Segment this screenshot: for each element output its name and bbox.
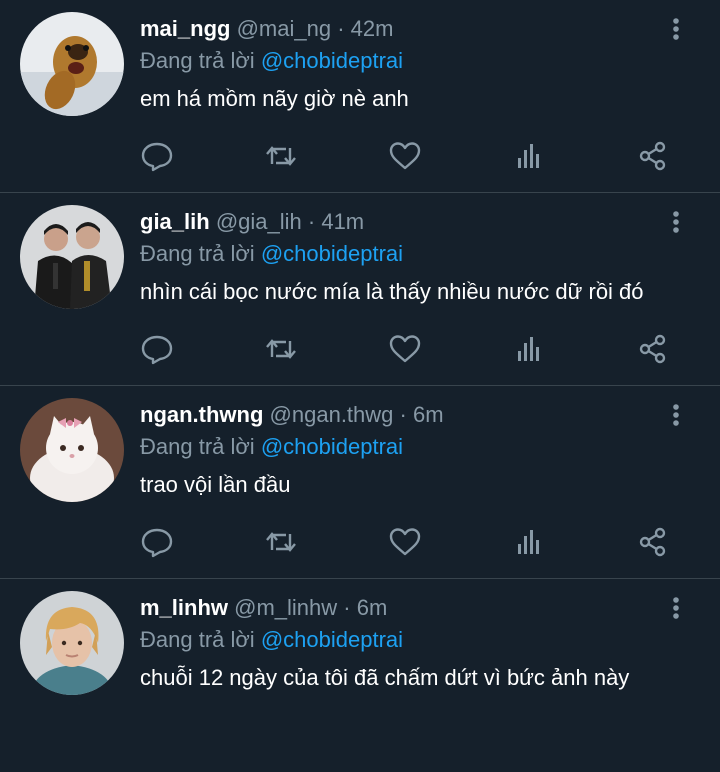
more-options-icon[interactable]	[664, 593, 688, 623]
replying-to-label: Đang trả lời	[140, 434, 255, 459]
retweet-icon[interactable]	[264, 333, 298, 365]
avatar[interactable]	[20, 398, 124, 502]
separator-dot: ·	[337, 16, 345, 41]
retweet-icon[interactable]	[264, 526, 298, 558]
share-icon[interactable]	[636, 140, 670, 172]
avatar[interactable]	[20, 591, 124, 695]
display-name[interactable]: gia_lih	[140, 209, 210, 234]
tweet-header: mai_ngg @mai_ng · 42m	[140, 14, 393, 44]
replying-to: Đang trả lời @chobideptrai	[140, 239, 403, 269]
timestamp[interactable]: 6m	[357, 595, 388, 620]
action-bar	[140, 333, 680, 365]
blonde-person-avatar-image	[20, 591, 124, 695]
replying-to: Đang trả lời @chobideptrai	[140, 432, 403, 462]
tweet-text: nhìn cái bọc nước mía là thấy nhiều nước…	[140, 279, 644, 304]
separator-dot: ·	[399, 402, 407, 427]
reply-tweet[interactable]: gia_lih @gia_lih · 41m Đang trả lời @cho…	[0, 193, 720, 386]
separator-dot: ·	[343, 595, 351, 620]
reply-tweet[interactable]: ngan.thwng @ngan.thwg · 6m Đang trả lời …	[0, 386, 720, 579]
display-name[interactable]: m_linhw	[140, 595, 228, 620]
user-handle[interactable]: @ngan.thwg	[270, 402, 394, 427]
views-chart-icon[interactable]	[512, 140, 546, 172]
avatar[interactable]	[20, 12, 124, 116]
tweet-text: chuỗi 12 ngày của tôi đã chấm dứt vì bức…	[140, 665, 630, 690]
action-bar	[140, 140, 680, 172]
like-heart-icon[interactable]	[388, 526, 422, 558]
two-men-avatar-image	[20, 205, 124, 309]
replying-to: Đang trả lời @chobideptrai	[140, 625, 403, 655]
tweet-header: ngan.thwng @ngan.thwg · 6m	[140, 400, 444, 430]
mention-link[interactable]: @chobideptrai	[261, 241, 403, 266]
mention-link[interactable]: @chobideptrai	[261, 627, 403, 652]
replying-to-label: Đang trả lời	[140, 48, 255, 73]
tweet-header: m_linhw @m_linhw · 6m	[140, 593, 387, 623]
user-handle[interactable]: @gia_lih	[216, 209, 302, 234]
more-options-icon[interactable]	[664, 400, 688, 430]
share-icon[interactable]	[636, 526, 670, 558]
replying-to-label: Đang trả lời	[140, 241, 255, 266]
mention-link[interactable]: @chobideptrai	[261, 48, 403, 73]
display-name[interactable]: mai_ngg	[140, 16, 230, 41]
mention-link[interactable]: @chobideptrai	[261, 434, 403, 459]
replying-to-label: Đang trả lời	[140, 627, 255, 652]
separator-dot: ·	[307, 209, 316, 234]
tweet-text: em há mồm nãy giờ nè anh	[140, 86, 409, 111]
more-options-icon[interactable]	[664, 14, 688, 44]
timestamp[interactable]: 42m	[351, 16, 394, 41]
like-heart-icon[interactable]	[388, 333, 422, 365]
timestamp[interactable]: 41m	[321, 209, 364, 234]
share-icon[interactable]	[636, 333, 670, 365]
tweet-header: gia_lih @gia_lih · 41m	[140, 207, 364, 237]
timestamp[interactable]: 6m	[413, 402, 444, 427]
display-name[interactable]: ngan.thwng	[140, 402, 263, 427]
more-options-icon[interactable]	[664, 207, 688, 237]
like-heart-icon[interactable]	[388, 140, 422, 172]
user-handle[interactable]: @m_linhw	[234, 595, 337, 620]
reply-feed: mai_ngg @mai_ng · 42m Đang trả lời @chob…	[0, 0, 720, 772]
views-chart-icon[interactable]	[512, 526, 546, 558]
white-cat-avatar-image	[20, 398, 124, 502]
avatar[interactable]	[20, 205, 124, 309]
reply-tweet[interactable]: m_linhw @m_linhw · 6m Đang trả lời @chob…	[0, 579, 720, 772]
reply-icon[interactable]	[140, 333, 174, 365]
dog-avatar-image	[20, 12, 124, 116]
views-chart-icon[interactable]	[512, 333, 546, 365]
reply-icon[interactable]	[140, 526, 174, 558]
action-bar	[140, 526, 680, 558]
tweet-text: trao vội lần đầu	[140, 472, 291, 497]
retweet-icon[interactable]	[264, 140, 298, 172]
user-handle[interactable]: @mai_ng	[237, 16, 332, 41]
reply-tweet[interactable]: mai_ngg @mai_ng · 42m Đang trả lời @chob…	[0, 0, 720, 193]
reply-icon[interactable]	[140, 140, 174, 172]
replying-to: Đang trả lời @chobideptrai	[140, 46, 403, 76]
